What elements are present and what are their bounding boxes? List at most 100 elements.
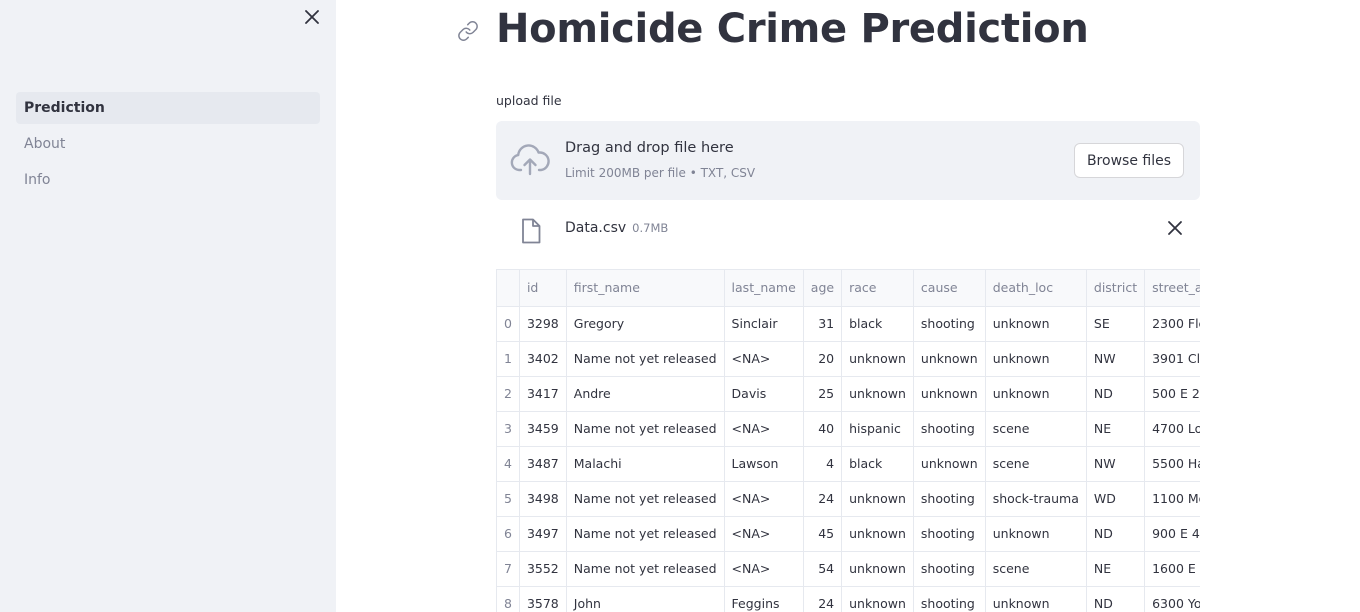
table-cell[interactable]: Gregory	[566, 306, 725, 342]
sidebar-item-about[interactable]: About	[16, 128, 320, 160]
table-cell[interactable]: Lawson	[724, 446, 804, 482]
table-cell[interactable]: unknown	[913, 341, 986, 377]
remove-file-icon[interactable]	[1166, 219, 1184, 237]
table-cell[interactable]: 3497	[519, 516, 567, 552]
table-cell[interactable]: scene	[985, 411, 1087, 447]
table-cell[interactable]: <NA>	[724, 516, 804, 552]
row-index[interactable]: 6	[497, 516, 520, 552]
column-header[interactable]: id	[519, 270, 567, 307]
column-header[interactable]: last_name	[724, 270, 804, 307]
table-cell[interactable]: shooting	[913, 586, 986, 612]
table-cell[interactable]: Davis	[724, 376, 804, 412]
table-cell[interactable]: 40	[803, 411, 843, 447]
close-sidebar-icon[interactable]	[301, 6, 323, 28]
row-index[interactable]: 8	[497, 586, 520, 612]
table-cell[interactable]: unknown	[841, 516, 914, 552]
table-cell[interactable]: 3417	[519, 376, 567, 412]
table-cell[interactable]: shooting	[913, 411, 986, 447]
row-index[interactable]: 4	[497, 446, 520, 482]
table-cell[interactable]: 20	[803, 341, 843, 377]
table-cell[interactable]: unknown	[841, 586, 914, 612]
table-cell[interactable]: 45	[803, 516, 843, 552]
table-cell[interactable]: NE	[1086, 411, 1146, 447]
row-index[interactable]: 5	[497, 481, 520, 517]
table-cell[interactable]: shock-trauma	[985, 481, 1087, 517]
table-row[interactable]: 7 3552 Name not yet released <NA> 54 unknown s…	[497, 551, 1200, 587]
table-cell[interactable]: NW	[1086, 446, 1146, 482]
table-cell[interactable]: unknown	[985, 341, 1087, 377]
sidebar-item-prediction[interactable]: Prediction	[16, 92, 320, 124]
link-icon[interactable]	[457, 20, 479, 42]
table-cell[interactable]: 4700 Lo	[1144, 411, 1200, 447]
table-cell[interactable]: unknown	[913, 376, 986, 412]
table-row[interactable]: 2 3417 Andre Davis 25 unknown unknown unknown ND…	[497, 376, 1200, 412]
column-header[interactable]: district	[1086, 270, 1146, 307]
table-cell[interactable]: shooting	[913, 516, 986, 552]
table-cell[interactable]: ND	[1086, 516, 1146, 552]
table-cell[interactable]: scene	[985, 446, 1087, 482]
table-cell[interactable]: 2300 Fle	[1144, 306, 1200, 342]
row-index[interactable]: 3	[497, 411, 520, 447]
table-cell[interactable]: ND	[1086, 586, 1146, 612]
table-cell[interactable]: 54	[803, 551, 843, 587]
table-cell[interactable]: unknown	[841, 341, 914, 377]
table-cell[interactable]: unknown	[985, 306, 1087, 342]
column-header[interactable]: first_name	[566, 270, 725, 307]
table-cell[interactable]: Name not yet released	[566, 551, 725, 587]
table-cell[interactable]: 3402	[519, 341, 567, 377]
table-cell[interactable]: Feggins	[724, 586, 804, 612]
table-cell[interactable]: Andre	[566, 376, 725, 412]
table-cell[interactable]: black	[841, 306, 914, 342]
column-header[interactable]: death_loc	[985, 270, 1087, 307]
sidebar-item-info[interactable]: Info	[16, 164, 320, 196]
column-header[interactable]	[497, 270, 520, 307]
table-cell[interactable]: <NA>	[724, 411, 804, 447]
table-cell[interactable]: unknown	[841, 551, 914, 587]
table-cell[interactable]: unknown	[841, 481, 914, 517]
column-header[interactable]: cause	[913, 270, 986, 307]
table-row[interactable]: 3 3459 Name not yet released <NA> 40 hispanic…	[497, 411, 1200, 447]
table-cell[interactable]: unknown	[913, 446, 986, 482]
table-cell[interactable]: Name not yet released	[566, 341, 725, 377]
table-cell[interactable]: <NA>	[724, 481, 804, 517]
table-row[interactable]: 8 3578 John Feggins 24 unknown shooting unknown…	[497, 586, 1200, 612]
row-index[interactable]: 1	[497, 341, 520, 377]
browse-files-button[interactable]: Browse files	[1073, 143, 1184, 178]
table-cell[interactable]: 3487	[519, 446, 567, 482]
table-row[interactable]: 1 3402 Name not yet released <NA> 20 unknown u…	[497, 341, 1200, 377]
table-row[interactable]: 4 3487 Malachi Lawson 4 black unknown scene NW 55…	[497, 446, 1200, 482]
file-dropzone[interactable]: Drag and drop file here Limit 200MB per …	[496, 121, 1200, 200]
table-cell[interactable]: 3578	[519, 586, 567, 612]
table-cell[interactable]: 31	[803, 306, 843, 342]
column-header[interactable]: street_a	[1144, 270, 1200, 307]
table-cell[interactable]: shooting	[913, 551, 986, 587]
table-cell[interactable]: SE	[1086, 306, 1146, 342]
table-cell[interactable]: black	[841, 446, 914, 482]
table-cell[interactable]: WD	[1086, 481, 1146, 517]
table-cell[interactable]: 3901 Cla	[1144, 341, 1200, 377]
table-cell[interactable]: 500 E 26	[1144, 376, 1200, 412]
table-cell[interactable]: 3459	[519, 411, 567, 447]
table-cell[interactable]: 1100 Mo	[1144, 481, 1200, 517]
table-cell[interactable]: 3498	[519, 481, 567, 517]
column-header[interactable]: age	[803, 270, 843, 307]
table-cell[interactable]: 900 E 41	[1144, 516, 1200, 552]
table-cell[interactable]: <NA>	[724, 551, 804, 587]
table-cell[interactable]: NW	[1086, 341, 1146, 377]
dataframe-table[interactable]: id first_name last_name age race cause d…	[496, 269, 1200, 612]
column-header[interactable]: race	[841, 270, 914, 307]
table-cell[interactable]: 3298	[519, 306, 567, 342]
table-cell[interactable]: 1600 E 3	[1144, 551, 1200, 587]
row-index[interactable]: 2	[497, 376, 520, 412]
table-cell[interactable]: 25	[803, 376, 843, 412]
table-cell[interactable]: 3552	[519, 551, 567, 587]
table-cell[interactable]: <NA>	[724, 341, 804, 377]
table-cell[interactable]: Malachi	[566, 446, 725, 482]
table-cell[interactable]: unknown	[841, 376, 914, 412]
table-row[interactable]: 6 3497 Name not yet released <NA> 45 unknown s…	[497, 516, 1200, 552]
table-cell[interactable]: 5500 Ha	[1144, 446, 1200, 482]
table-cell[interactable]: 4	[803, 446, 843, 482]
table-cell[interactable]: 24	[803, 586, 843, 612]
row-index[interactable]: 7	[497, 551, 520, 587]
table-cell[interactable]: unknown	[985, 516, 1087, 552]
